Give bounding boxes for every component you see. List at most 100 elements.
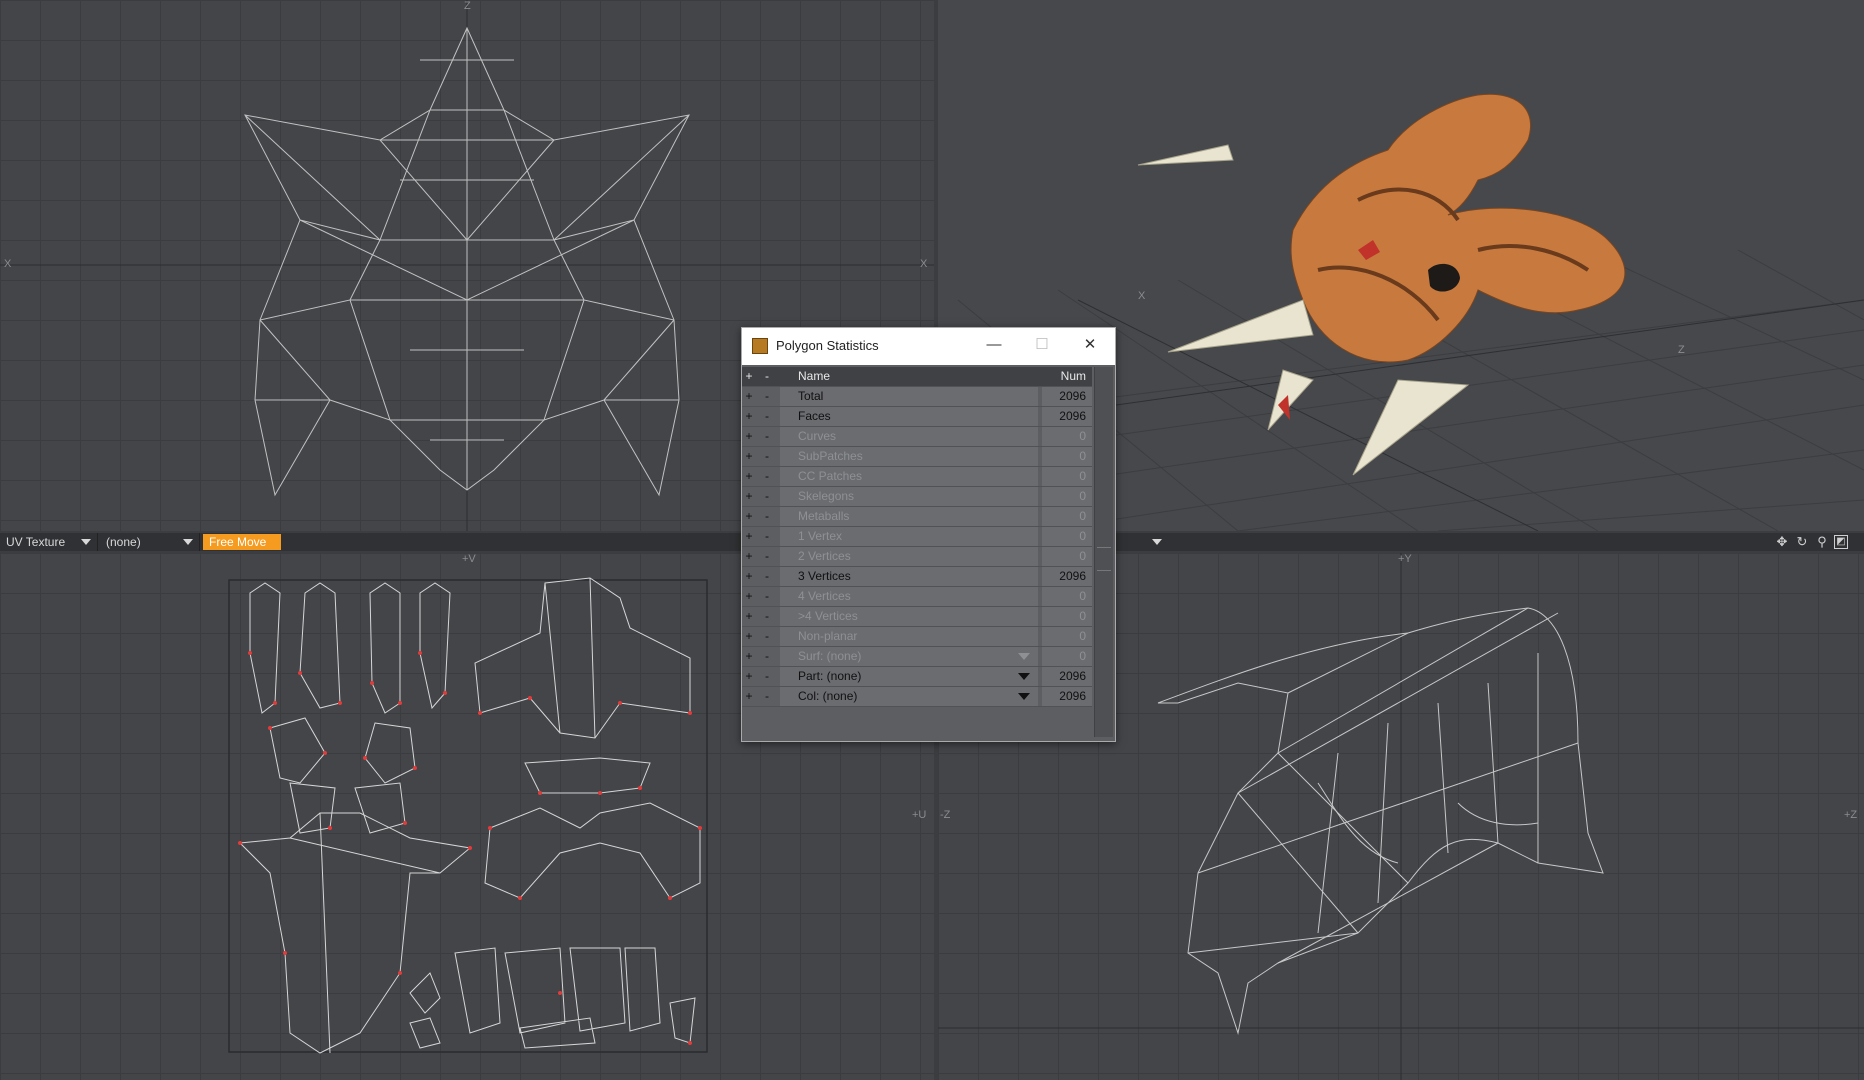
remove-selection-button[interactable]: -	[760, 487, 774, 506]
table-row[interactable]: + - 2 Vertices 0	[742, 547, 1092, 567]
stat-name: Col: (none)	[798, 689, 858, 703]
add-selection-button[interactable]: +	[742, 467, 756, 486]
add-selection-button[interactable]: +	[742, 647, 756, 666]
chevron-down-icon[interactable]	[1018, 653, 1030, 660]
add-selection-button[interactable]: +	[742, 427, 756, 446]
remove-selection-button[interactable]: -	[760, 567, 774, 586]
table-row[interactable]: + - Part: (none) 2096	[742, 667, 1092, 687]
add-selection-button[interactable]: +	[742, 547, 756, 566]
maximize-button[interactable]: ☐	[1027, 334, 1057, 356]
minimize-button[interactable]: —	[979, 334, 1009, 356]
stat-count: 0	[1079, 589, 1086, 603]
table-row[interactable]: + - >4 Vertices 0	[742, 607, 1092, 627]
axis-label-y: +Y	[1398, 553, 1412, 565]
stat-count: 2096	[1059, 569, 1086, 583]
add-selection-button[interactable]: +	[742, 607, 756, 626]
stat-name: Curves	[798, 429, 837, 443]
header-num[interactable]: Num	[1042, 367, 1090, 386]
table-row[interactable]: + - Skelegons 0	[742, 487, 1092, 507]
stat-name: SubPatches	[798, 449, 863, 463]
stat-name: Skelegons	[798, 489, 855, 503]
remove-selection-button[interactable]: -	[760, 467, 774, 486]
remove-selection-button[interactable]: -	[760, 507, 774, 526]
zoom-view-icon[interactable]: ⚲	[1814, 534, 1830, 550]
stat-name: 4 Vertices	[798, 589, 851, 603]
scroll-thumb[interactable]	[1097, 547, 1111, 571]
move-view-icon[interactable]: ✥	[1774, 534, 1790, 550]
add-selection-button[interactable]: +	[742, 567, 756, 586]
remove-selection-button[interactable]: -	[760, 647, 774, 666]
table-row[interactable]: + - 1 Vertex 0	[742, 527, 1092, 547]
chevron-down-icon	[183, 539, 193, 545]
add-selection-button[interactable]: +	[742, 587, 756, 606]
stat-count: 2096	[1059, 669, 1086, 683]
chevron-down-icon[interactable]	[1018, 693, 1030, 700]
add-selection-button[interactable]: +	[742, 407, 756, 426]
stat-name: 3 Vertices	[798, 569, 851, 583]
chevron-down-icon[interactable]	[1018, 673, 1030, 680]
remove-selection-button[interactable]: -	[760, 667, 774, 686]
uv-map-dropdown[interactable]: (none)	[100, 533, 200, 551]
axis-label-x-right: X	[920, 258, 928, 270]
stat-count: 0	[1079, 509, 1086, 523]
remove-selection-button[interactable]: -	[760, 687, 774, 706]
dialog-title-bar[interactable]: Polygon Statistics — ☐ ✕	[742, 328, 1115, 364]
stat-name: Metaballs	[798, 509, 850, 523]
stat-name: CC Patches	[798, 469, 863, 483]
stat-count: 2096	[1059, 689, 1086, 703]
chevron-down-icon	[1152, 539, 1162, 545]
table-row[interactable]: + - Faces 2096	[742, 407, 1092, 427]
header-name[interactable]: Name	[798, 367, 1038, 386]
remove-selection-button[interactable]: -	[760, 587, 774, 606]
free-move-button[interactable]: Free Move	[203, 534, 281, 550]
stat-count: 0	[1079, 529, 1086, 543]
table-row[interactable]: + - 3 Vertices 2096	[742, 567, 1092, 587]
stat-count: 0	[1079, 629, 1086, 643]
remove-selection-button[interactable]: -	[760, 447, 774, 466]
remove-selection-button[interactable]: -	[760, 427, 774, 446]
add-selection-button[interactable]: +	[742, 627, 756, 646]
table-row[interactable]: + - Metaballs 0	[742, 507, 1092, 527]
add-selection-button[interactable]: +	[742, 487, 756, 506]
add-selection-button[interactable]: +	[742, 667, 756, 686]
table-row[interactable]: + - Col: (none) 2096	[742, 687, 1092, 707]
table-row[interactable]: + - CC Patches 0	[742, 467, 1092, 487]
remove-selection-button[interactable]: -	[760, 527, 774, 546]
stat-name: Faces	[798, 409, 831, 423]
add-selection-button[interactable]: +	[742, 527, 756, 546]
table-row[interactable]: + - Non-planar 0	[742, 627, 1092, 647]
view-type-dropdown[interactable]: UV Texture	[0, 533, 98, 551]
remove-selection-button[interactable]: -	[760, 407, 774, 426]
dialog-scrollbar[interactable]	[1094, 367, 1113, 737]
stat-count: 0	[1079, 549, 1086, 563]
add-selection-button[interactable]: +	[742, 387, 756, 406]
stat-count: 0	[1079, 469, 1086, 483]
table-row[interactable]: + - Surf: (none) 0	[742, 647, 1092, 667]
remove-selection-button[interactable]: -	[760, 607, 774, 626]
uv-map-label: (none)	[106, 535, 141, 549]
polygon-statistics-dialog: Polygon Statistics — ☐ ✕ + - Name Num + -…	[741, 327, 1116, 742]
header-minus[interactable]: -	[760, 367, 774, 386]
add-selection-button[interactable]: +	[742, 687, 756, 706]
header-plus[interactable]: +	[742, 367, 756, 386]
stat-name: Surf: (none)	[798, 649, 862, 663]
axis-label-neg-z: -Z	[940, 809, 951, 821]
axis-label-u: +U	[912, 809, 927, 821]
stat-name: 1 Vertex	[798, 529, 843, 543]
maximize-view-icon[interactable]: ◩	[1834, 535, 1848, 549]
close-button[interactable]: ✕	[1075, 334, 1105, 356]
stat-count: 0	[1079, 429, 1086, 443]
table-row[interactable]: + - 4 Vertices 0	[742, 587, 1092, 607]
add-selection-button[interactable]: +	[742, 507, 756, 526]
stats-table: + - Name Num + - Total 2096 + - Faces 2096 + - Cur…	[742, 367, 1092, 707]
remove-selection-button[interactable]: -	[760, 547, 774, 566]
add-selection-button[interactable]: +	[742, 447, 756, 466]
remove-selection-button[interactable]: -	[760, 627, 774, 646]
remove-selection-button[interactable]: -	[760, 387, 774, 406]
stat-count: 0	[1079, 649, 1086, 663]
table-row[interactable]: + - Curves 0	[742, 427, 1092, 447]
table-row[interactable]: + - Total 2096	[742, 387, 1092, 407]
rotate-view-icon[interactable]: ↻	[1794, 534, 1810, 550]
table-row[interactable]: + - SubPatches 0	[742, 447, 1092, 467]
stat-name: Non-planar	[798, 629, 858, 643]
